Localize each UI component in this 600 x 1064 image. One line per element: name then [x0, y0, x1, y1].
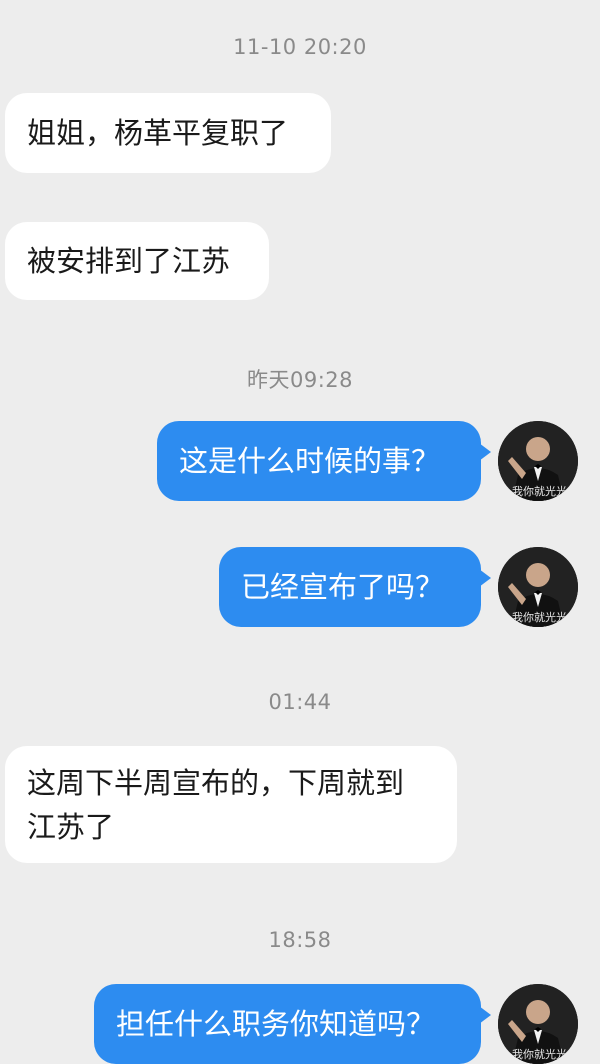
chat-message-list: 11-10 20:20 姐姐，杨革平复职了 被安排到了江苏 昨天09:28 这是…	[0, 0, 600, 1064]
outgoing-message-bubble[interactable]: 这是什么时候的事？	[157, 421, 491, 501]
avatar-caption: 我你就光光	[512, 611, 567, 624]
outgoing-message-bubble[interactable]: 担任什么职务你知道吗？	[94, 984, 491, 1064]
incoming-message-bubble[interactable]: 姐姐，杨革平复职了	[5, 93, 331, 173]
user-avatar[interactable]: 我你就光光	[498, 421, 578, 501]
message-line: 江苏了	[27, 810, 115, 844]
outgoing-message-bubble[interactable]: 已经宣布了吗？	[219, 547, 491, 627]
timestamp: 11-10 20:20	[233, 35, 367, 59]
user-avatar[interactable]: 我你就光光	[498, 984, 578, 1064]
avatar-caption: 我你就光光	[512, 485, 567, 498]
timestamp: 01:44	[268, 690, 332, 714]
timestamp: 昨天09:28	[246, 368, 354, 392]
avatar-caption: 我你就光光	[512, 1048, 567, 1061]
user-avatar[interactable]: 我你就光光	[498, 547, 578, 627]
timestamp: 18:58	[268, 928, 332, 952]
incoming-message-bubble[interactable]: 被安排到了江苏	[5, 222, 269, 300]
message-line: 这周下半周宣布的，下周就到	[27, 766, 405, 800]
incoming-message-bubble[interactable]: 这周下半周宣布的，下周就到 江苏了	[5, 746, 457, 863]
